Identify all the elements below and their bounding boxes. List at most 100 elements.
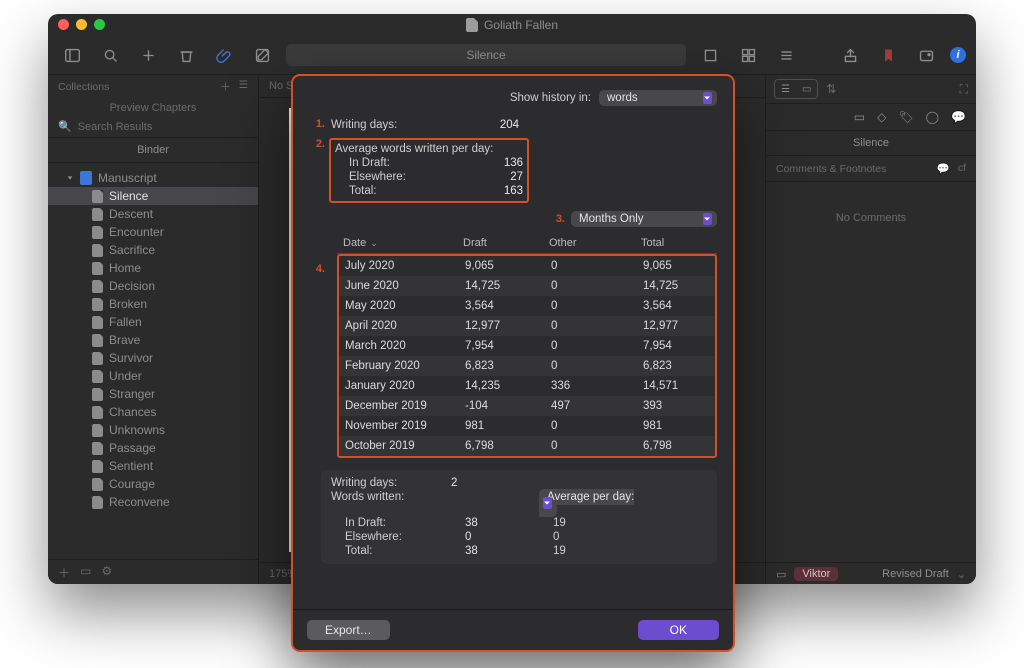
tree-item[interactable]: Sacrifice [48, 241, 258, 259]
trash-button[interactable] [172, 43, 200, 67]
share-button[interactable] [836, 43, 864, 67]
disclosure-triangle-icon[interactable] [66, 174, 74, 182]
table-row[interactable]: November 20199810981 [339, 416, 715, 436]
show-history-label: Show history in: [510, 92, 591, 104]
tree-item[interactable]: Stranger [48, 385, 258, 403]
col-date[interactable]: Date⌄ [337, 233, 457, 253]
table-row[interactable]: June 202014,725014,725 [339, 276, 715, 296]
tree-item[interactable]: Fallen [48, 313, 258, 331]
view-cork-button[interactable] [734, 43, 762, 67]
document-title-pill[interactable]: Silence [286, 44, 686, 66]
tab-snapshots-icon[interactable]: ◯ [926, 110, 939, 124]
cell-other: 0 [545, 336, 637, 356]
sel-total-label: Total: [331, 545, 457, 557]
table-row[interactable]: October 20196,79806,798 [339, 436, 715, 456]
collections-menu-icon[interactable]: ☰ [239, 79, 248, 94]
folder-icon[interactable]: ▭ [80, 564, 91, 581]
tree-item-label: Courage [109, 477, 155, 491]
add-collection-icon[interactable]: ＋ [220, 79, 231, 94]
tree-item-manuscript[interactable]: Manuscript [48, 169, 258, 187]
tab-notes-icon[interactable]: ▭ [854, 110, 865, 124]
window-title-text: Goliath Fallen [484, 18, 558, 32]
chevron-icon[interactable]: ⇅ [826, 82, 836, 96]
tree-item[interactable]: Brave [48, 331, 258, 349]
search-results-tab[interactable]: Search Results [78, 121, 153, 133]
inspector-title: Silence [766, 131, 976, 156]
close-window-button[interactable] [58, 19, 69, 30]
tree-item[interactable]: Home [48, 259, 258, 277]
compose-mode-icon[interactable]: ⛶ [960, 82, 968, 97]
ok-button[interactable]: OK [638, 620, 719, 640]
table-row[interactable]: May 20203,56403,564 [339, 296, 715, 316]
cell-date: March 2020 [339, 336, 459, 356]
file-icon [92, 280, 103, 293]
tab-comments-icon[interactable]: 💬 [951, 110, 966, 124]
add-item-button[interactable]: ＋ [58, 564, 70, 581]
inspector-segmented[interactable]: ☰▭ [774, 79, 818, 99]
add-button[interactable] [134, 43, 162, 67]
gear-icon[interactable]: ⚙︎ [101, 564, 112, 581]
table-row[interactable]: January 202014,23533614,571 [339, 376, 715, 396]
bookmark-icon[interactable] [874, 43, 902, 67]
cell-date: July 2020 [339, 256, 459, 276]
tree-item[interactable]: Encounter [48, 223, 258, 241]
tree-item[interactable]: Under [48, 367, 258, 385]
view-single-button[interactable] [696, 43, 724, 67]
tree-item-label: Stranger [109, 387, 155, 401]
search-button[interactable] [96, 43, 124, 67]
table-row[interactable]: February 20206,82306,823 [339, 356, 715, 376]
tab-metadata-icon[interactable]: 🏷 [898, 110, 913, 124]
footnote-icon[interactable]: cf [958, 162, 966, 175]
cell-total: 6,823 [637, 356, 715, 376]
export-button[interactable]: Export… [307, 620, 390, 640]
tree-item[interactable]: Reconvene [48, 493, 258, 511]
tree-item[interactable]: Courage [48, 475, 258, 493]
table-row[interactable]: December 2019-104497393 [339, 396, 715, 416]
tree-item-label: Survivor [109, 351, 153, 365]
tree-item[interactable]: Chances [48, 403, 258, 421]
binder-toggle-button[interactable] [58, 43, 86, 67]
col-other[interactable]: Other [543, 233, 635, 253]
comment-icon[interactable]: 💬 [937, 162, 950, 175]
cell-other: 0 [545, 256, 637, 276]
tree-item[interactable]: Silence [48, 187, 258, 205]
snapshot-button[interactable] [912, 43, 940, 67]
compose-button[interactable] [248, 43, 276, 67]
cell-other: 0 [545, 436, 637, 456]
zoom-window-button[interactable] [94, 19, 105, 30]
tree-item[interactable]: Passage [48, 439, 258, 457]
avg-elsewhere-value: 27 [473, 171, 523, 183]
table-row[interactable]: March 20207,95407,954 [339, 336, 715, 356]
view-outline-button[interactable] [772, 43, 800, 67]
attach-button[interactable] [210, 43, 238, 67]
grouping-select[interactable]: Months Only [571, 211, 717, 227]
tab-bookmarks-icon[interactable]: ◇ [877, 110, 886, 124]
minimize-window-button[interactable] [76, 19, 87, 30]
tree-item[interactable]: Sentient [48, 457, 258, 475]
tree-item[interactable]: Decision [48, 277, 258, 295]
table-row[interactable]: April 202012,977012,977 [339, 316, 715, 336]
avg-header: Average words written per day: [335, 143, 495, 155]
label-pill[interactable]: Viktor [794, 567, 838, 581]
show-history-select[interactable]: words [599, 90, 717, 106]
preview-chapters-tab[interactable]: Preview Chapters [48, 96, 258, 120]
file-icon [92, 316, 103, 329]
binder-sidebar: Collections ＋ ☰ Preview Chapters 🔍 Searc… [48, 75, 259, 584]
tree-item[interactable]: Survivor [48, 349, 258, 367]
file-icon [92, 370, 103, 383]
tree-item[interactable]: Broken [48, 295, 258, 313]
avg-per-day-select[interactable]: Average per day: [539, 489, 634, 517]
col-total[interactable]: Total [635, 233, 717, 253]
tree-item[interactable]: Descent [48, 205, 258, 223]
lock-icon[interactable]: ▭ [776, 568, 786, 581]
status-dropdown[interactable]: Revised Draft [882, 568, 949, 580]
cell-date: November 2019 [339, 416, 459, 436]
info-icon[interactable]: i [950, 47, 966, 63]
cell-date: October 2019 [339, 436, 459, 456]
cell-date: February 2020 [339, 356, 459, 376]
table-row[interactable]: July 20209,06509,065 [339, 256, 715, 276]
sel-writing-days-label: Writing days: [331, 477, 443, 489]
col-draft[interactable]: Draft [457, 233, 543, 253]
tree-item[interactable]: Unknowns [48, 421, 258, 439]
tree-item-label: Fallen [109, 315, 142, 329]
